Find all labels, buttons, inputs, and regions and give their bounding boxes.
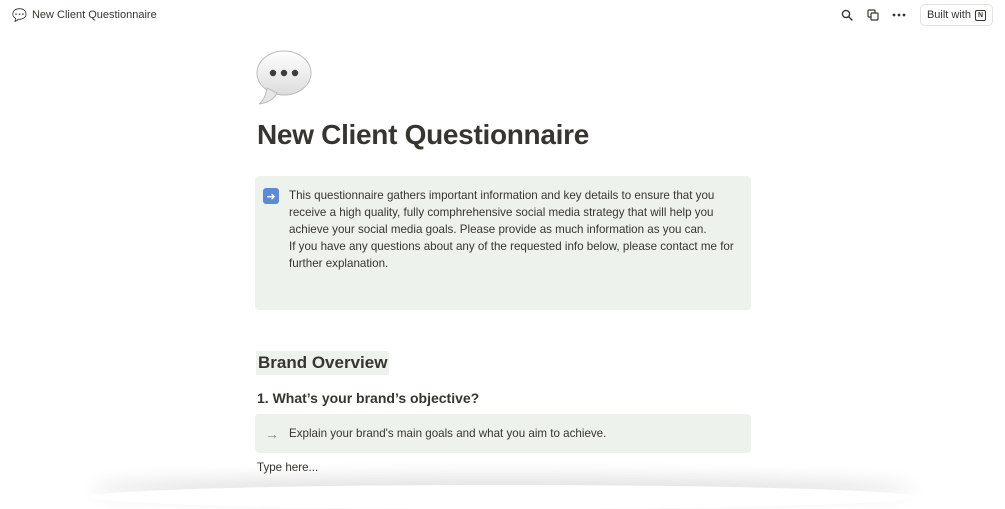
arrow-right-icon: →: [265, 427, 279, 441]
speech-bubble-icon: 💬: [12, 9, 27, 21]
question-hint-text: Explain your brand's main goals and what…: [289, 427, 606, 440]
built-with-label: Built with: [927, 9, 971, 21]
duplicate-icon[interactable]: [862, 4, 884, 26]
breadcrumb-title[interactable]: New Client Questionnaire: [32, 9, 157, 21]
callout-paragraph: If you have any questions about any of t…: [289, 238, 735, 272]
callout-text: This questionnaire gathers important inf…: [289, 187, 735, 272]
right-arrow-emoji-icon[interactable]: ➜: [263, 188, 279, 204]
callout-paragraph: This questionnaire gathers important inf…: [289, 187, 735, 238]
intro-callout: ➜ This questionnaire gathers important i…: [255, 176, 751, 310]
notion-logo-icon: N: [975, 10, 986, 21]
question-hint-callout: → Explain your brand's main goals and wh…: [255, 414, 751, 453]
breadcrumb[interactable]: 💬 New Client Questionnaire: [12, 9, 157, 21]
search-icon[interactable]: [836, 4, 858, 26]
more-icon[interactable]: [888, 4, 910, 26]
page-title: New Client Questionnaire: [257, 118, 751, 152]
section-heading-brand-overview: Brand Overview: [256, 351, 389, 375]
page-content: New Client Questionnaire ➜ This question…: [255, 30, 751, 474]
speech-bubble-icon: [255, 48, 313, 106]
question-heading: 1. What’s your brand’s objective?: [257, 389, 751, 407]
page-icon[interactable]: [255, 47, 751, 107]
topbar-actions: Built with N: [836, 4, 993, 26]
built-with-notion-button[interactable]: Built with N: [920, 4, 993, 26]
top-bar: 💬 New Client Questionnaire Built with N: [0, 0, 1005, 30]
answer-text-block[interactable]: Type here...: [257, 461, 751, 474]
